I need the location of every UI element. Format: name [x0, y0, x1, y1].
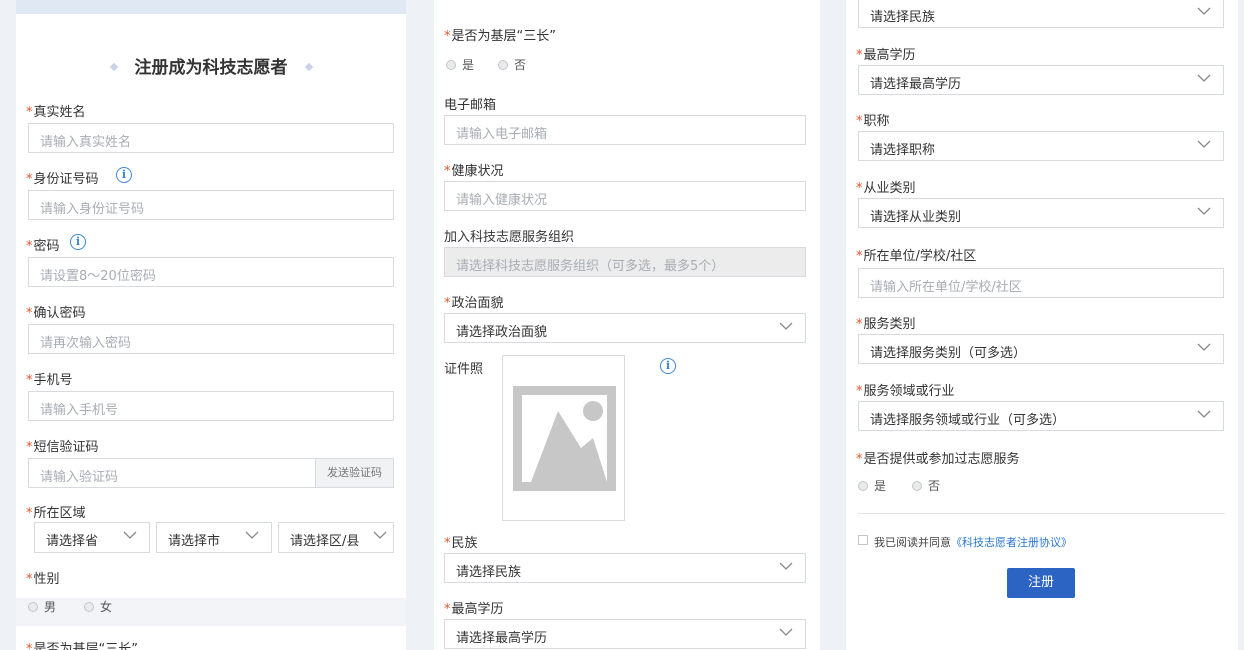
gender-male-radio[interactable]: 男	[28, 598, 56, 615]
political-select[interactable]: 请选择政治面貌	[444, 313, 806, 343]
send-code-button[interactable]: 发送验证码	[315, 459, 393, 487]
chevron-down-icon	[779, 322, 793, 331]
phone-input[interactable]: 请输入手机号	[28, 391, 394, 421]
education-label: *最高学历	[444, 602, 504, 617]
id-number-input[interactable]: 请输入身份证号码	[28, 190, 394, 220]
volunteered-label: *是否提供或参加过志愿服务	[856, 452, 1020, 467]
agreement-link[interactable]: 《科技志愿者注册协议》	[951, 536, 1072, 549]
id-photo-upload[interactable]	[502, 355, 625, 521]
chevron-down-icon	[779, 628, 793, 637]
education-select[interactable]: 请选择最高学历	[858, 65, 1224, 95]
email-label: 电子邮箱	[444, 98, 497, 113]
register-button[interactable]: 注册	[1007, 568, 1075, 598]
organization-select[interactable]: 请选择科技志愿服务组织（可多选，最多5个）	[444, 247, 806, 277]
phone-label: *手机号	[26, 373, 73, 388]
service-type-label: *服务类别	[856, 317, 916, 332]
volunteered-no-radio[interactable]: 否	[912, 477, 940, 494]
real-name-input[interactable]: 请输入真实姓名	[28, 123, 394, 153]
grassroots-label: *是否为基层“三长”	[444, 29, 556, 44]
info-icon[interactable]: i	[660, 358, 676, 374]
organization-label: 加入科技志愿服务组织	[444, 230, 575, 245]
diamond-icon	[109, 62, 118, 72]
sms-code-input[interactable]: 请输入验证码 发送验证码	[28, 458, 394, 488]
chevron-down-icon	[779, 562, 793, 571]
chevron-down-icon	[1197, 74, 1211, 83]
ethnicity-select-cut[interactable]: 请选择民族	[858, 0, 1224, 28]
register-form-part-1: 注册成为科技志愿者 *真实姓名 请输入真实姓名 *身份证号码 i 请输入身份证号…	[16, 0, 406, 650]
education-label: *最高学历	[856, 48, 916, 63]
health-label: *健康状况	[444, 164, 504, 179]
occupation-label: *从业类别	[856, 181, 916, 196]
district-select[interactable]: 请选择区/县	[278, 522, 394, 553]
email-input[interactable]: 请输入电子邮箱	[444, 115, 806, 145]
id-photo-label: 证件照	[444, 362, 484, 377]
grassroots-yes-radio[interactable]: 是	[446, 56, 474, 73]
chevron-down-icon	[373, 531, 387, 540]
confirm-password-input[interactable]: 请再次输入密码	[28, 324, 394, 354]
workplace-input[interactable]: 请输入所在单位/学校/社区	[858, 268, 1224, 298]
chevron-down-icon	[245, 531, 259, 540]
chevron-down-icon	[1197, 7, 1211, 16]
workplace-label: *所在单位/学校/社区	[856, 249, 977, 264]
ethnicity-label: *民族	[444, 536, 478, 551]
chevron-down-icon	[123, 531, 137, 540]
service-field-label: *服务领域或行业	[856, 384, 955, 399]
info-icon[interactable]: i	[116, 167, 132, 183]
diamond-icon	[304, 62, 313, 72]
service-field-select[interactable]: 请选择服务领域或行业（可多选）	[858, 401, 1224, 431]
form-title-row: 注册成为科技志愿者	[16, 53, 406, 78]
region-label: *所在区域	[26, 506, 86, 521]
divider	[858, 513, 1225, 514]
ethnicity-select[interactable]: 请选择民族	[444, 553, 806, 583]
title-rank-select[interactable]: 请选择职称	[858, 131, 1224, 161]
chevron-down-icon	[1197, 140, 1211, 149]
image-placeholder-icon	[513, 386, 616, 491]
form-title: 注册成为科技志愿者	[134, 58, 288, 78]
password-input[interactable]: 请设置8～20位密码	[28, 257, 394, 287]
id-number-label: *身份证号码	[26, 172, 99, 187]
volunteered-yes-radio[interactable]: 是	[858, 477, 886, 494]
agreement-text: 我已阅读并同意《科技志愿者注册协议》	[874, 536, 1072, 549]
chevron-down-icon	[1197, 410, 1211, 419]
lower-band	[16, 598, 406, 626]
gender-female-radio[interactable]: 女	[84, 598, 112, 615]
province-select[interactable]: 请选择省	[34, 522, 150, 553]
health-input[interactable]: 请输入健康状况	[444, 181, 806, 211]
agree-checkbox[interactable]	[858, 535, 868, 545]
grassroots-no-radio[interactable]: 否	[498, 56, 526, 73]
info-icon[interactable]: i	[70, 234, 86, 250]
political-label: *政治面貌	[444, 296, 504, 311]
grassroots-label-cut: *是否为基层“三长”	[26, 642, 138, 650]
sms-code-label: *短信验证码	[26, 440, 99, 455]
occupation-select[interactable]: 请选择从业类别	[858, 198, 1224, 228]
password-label: *密码	[26, 239, 60, 254]
chevron-down-icon	[1197, 207, 1211, 216]
real-name-label: *真实姓名	[26, 105, 86, 120]
chevron-down-icon	[1197, 343, 1211, 352]
confirm-password-label: *确认密码	[26, 306, 86, 321]
education-select[interactable]: 请选择最高学历	[444, 619, 806, 649]
register-form-part-3: 请选择民族 *最高学历 请选择最高学历 *职称 请选择职称 *从业类别 请选择从…	[846, 0, 1238, 650]
service-type-select[interactable]: 请选择服务类别（可多选）	[858, 334, 1224, 364]
title-rank-label: *职称	[856, 114, 890, 129]
top-band	[16, 0, 406, 14]
city-select[interactable]: 请选择市	[156, 522, 272, 553]
register-form-part-2: *是否为基层“三长” 是 否 电子邮箱 请输入电子邮箱 *健康状况 请输入健康状…	[434, 0, 820, 650]
gender-label: *性别	[26, 572, 60, 587]
